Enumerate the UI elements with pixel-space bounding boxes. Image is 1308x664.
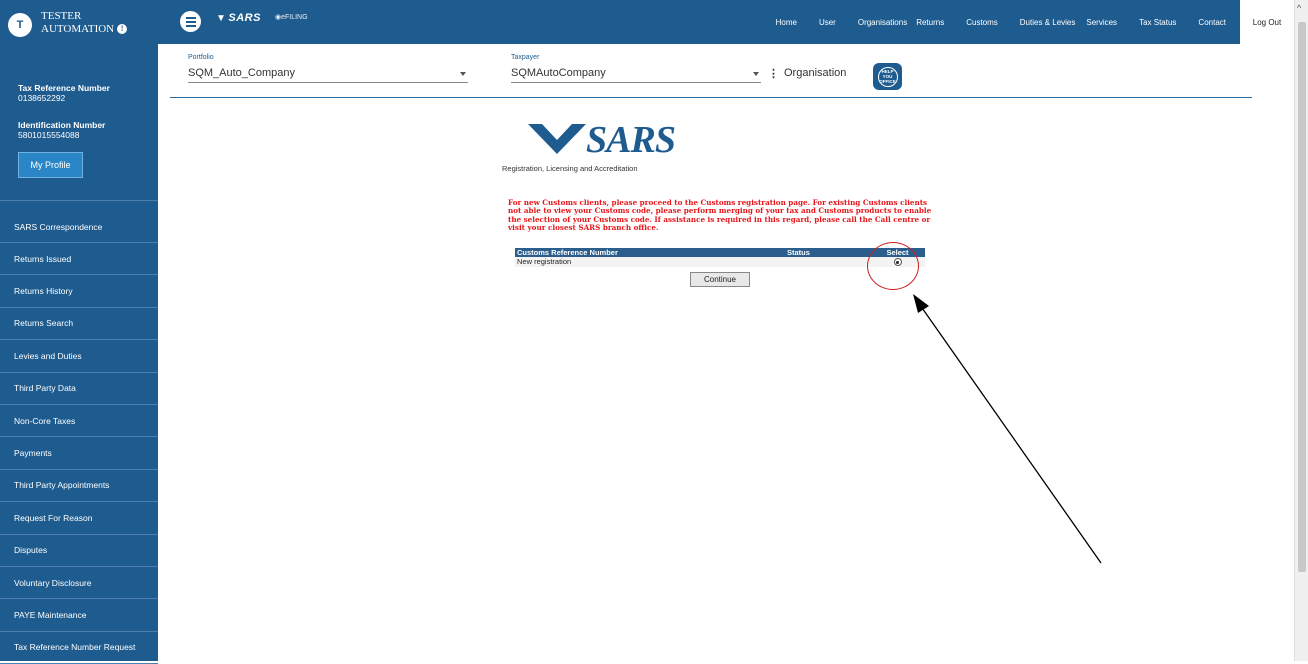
annotation-arrow <box>913 294 1102 564</box>
annotation-arrow-line <box>919 304 1102 564</box>
annotation-arrow-head <box>913 294 929 313</box>
